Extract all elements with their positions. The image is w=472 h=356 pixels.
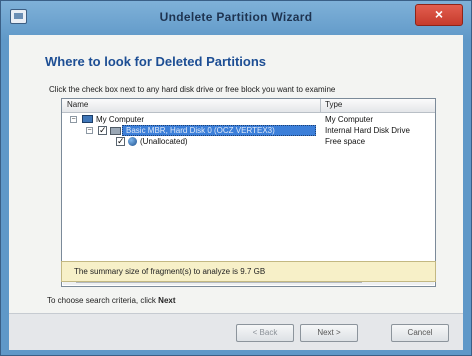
tree-item-type: My Computer	[325, 115, 374, 124]
back-button[interactable]: < Back	[236, 324, 294, 342]
tree-item-type: Internal Hard Disk Drive	[325, 126, 410, 135]
tree-row-hard-disk-0[interactable]: − ✓ Basic MBR, Hard Disk 0 (OCZ VERTEX3)…	[62, 125, 435, 136]
tree-row-my-computer[interactable]: − My Computer My Computer	[62, 114, 435, 125]
computer-icon	[82, 115, 93, 123]
instruction-text: Click the check box next to any hard dis…	[49, 85, 336, 94]
wizard-body: Where to look for Deleted Partitions Cli…	[9, 35, 463, 313]
unallocated-checkbox[interactable]: ✓	[116, 137, 125, 146]
collapse-icon[interactable]: −	[86, 127, 93, 134]
tree-item-type: Free space	[325, 137, 366, 146]
next-hint: To choose search criteria, click Next	[47, 296, 176, 305]
tree-item-label: (Unallocated)	[140, 137, 188, 146]
button-bar: < Back Next > Cancel	[9, 313, 463, 350]
wizard-window: Undelete Partition Wizard × Where to loo…	[0, 0, 472, 356]
tree-item-label: My Computer	[96, 115, 145, 124]
hint-text: To choose search criteria, click	[47, 296, 156, 305]
drive-tree[interactable]: Name Type − My Computer My Computer − ✓ …	[61, 98, 436, 287]
page-heading: Where to look for Deleted Partitions	[45, 54, 267, 69]
title-bar: Undelete Partition Wizard ×	[1, 1, 471, 35]
hint-action: Next	[158, 296, 176, 305]
partition-icon	[128, 137, 137, 146]
collapse-icon[interactable]: −	[70, 116, 77, 123]
next-button[interactable]: Next >	[300, 324, 358, 342]
summary-box: The summary size of fragment(s) to analy…	[61, 261, 436, 282]
close-button[interactable]: ×	[415, 4, 463, 26]
column-name-header[interactable]: Name	[67, 100, 88, 109]
column-type-header[interactable]: Type	[325, 100, 342, 109]
tree-row-unallocated[interactable]: ✓ (Unallocated) Free space	[62, 136, 435, 147]
tree-column-header: Name Type	[62, 99, 435, 113]
hard-disk-checkbox[interactable]: ✓	[98, 126, 107, 135]
window-title: Undelete Partition Wizard	[159, 10, 313, 24]
hard-disk-icon	[110, 127, 121, 135]
tree-item-label: Basic MBR, Hard Disk 0 (OCZ VERTEX3)	[126, 126, 275, 135]
cancel-button[interactable]: Cancel	[391, 324, 449, 342]
column-divider[interactable]	[320, 99, 321, 112]
